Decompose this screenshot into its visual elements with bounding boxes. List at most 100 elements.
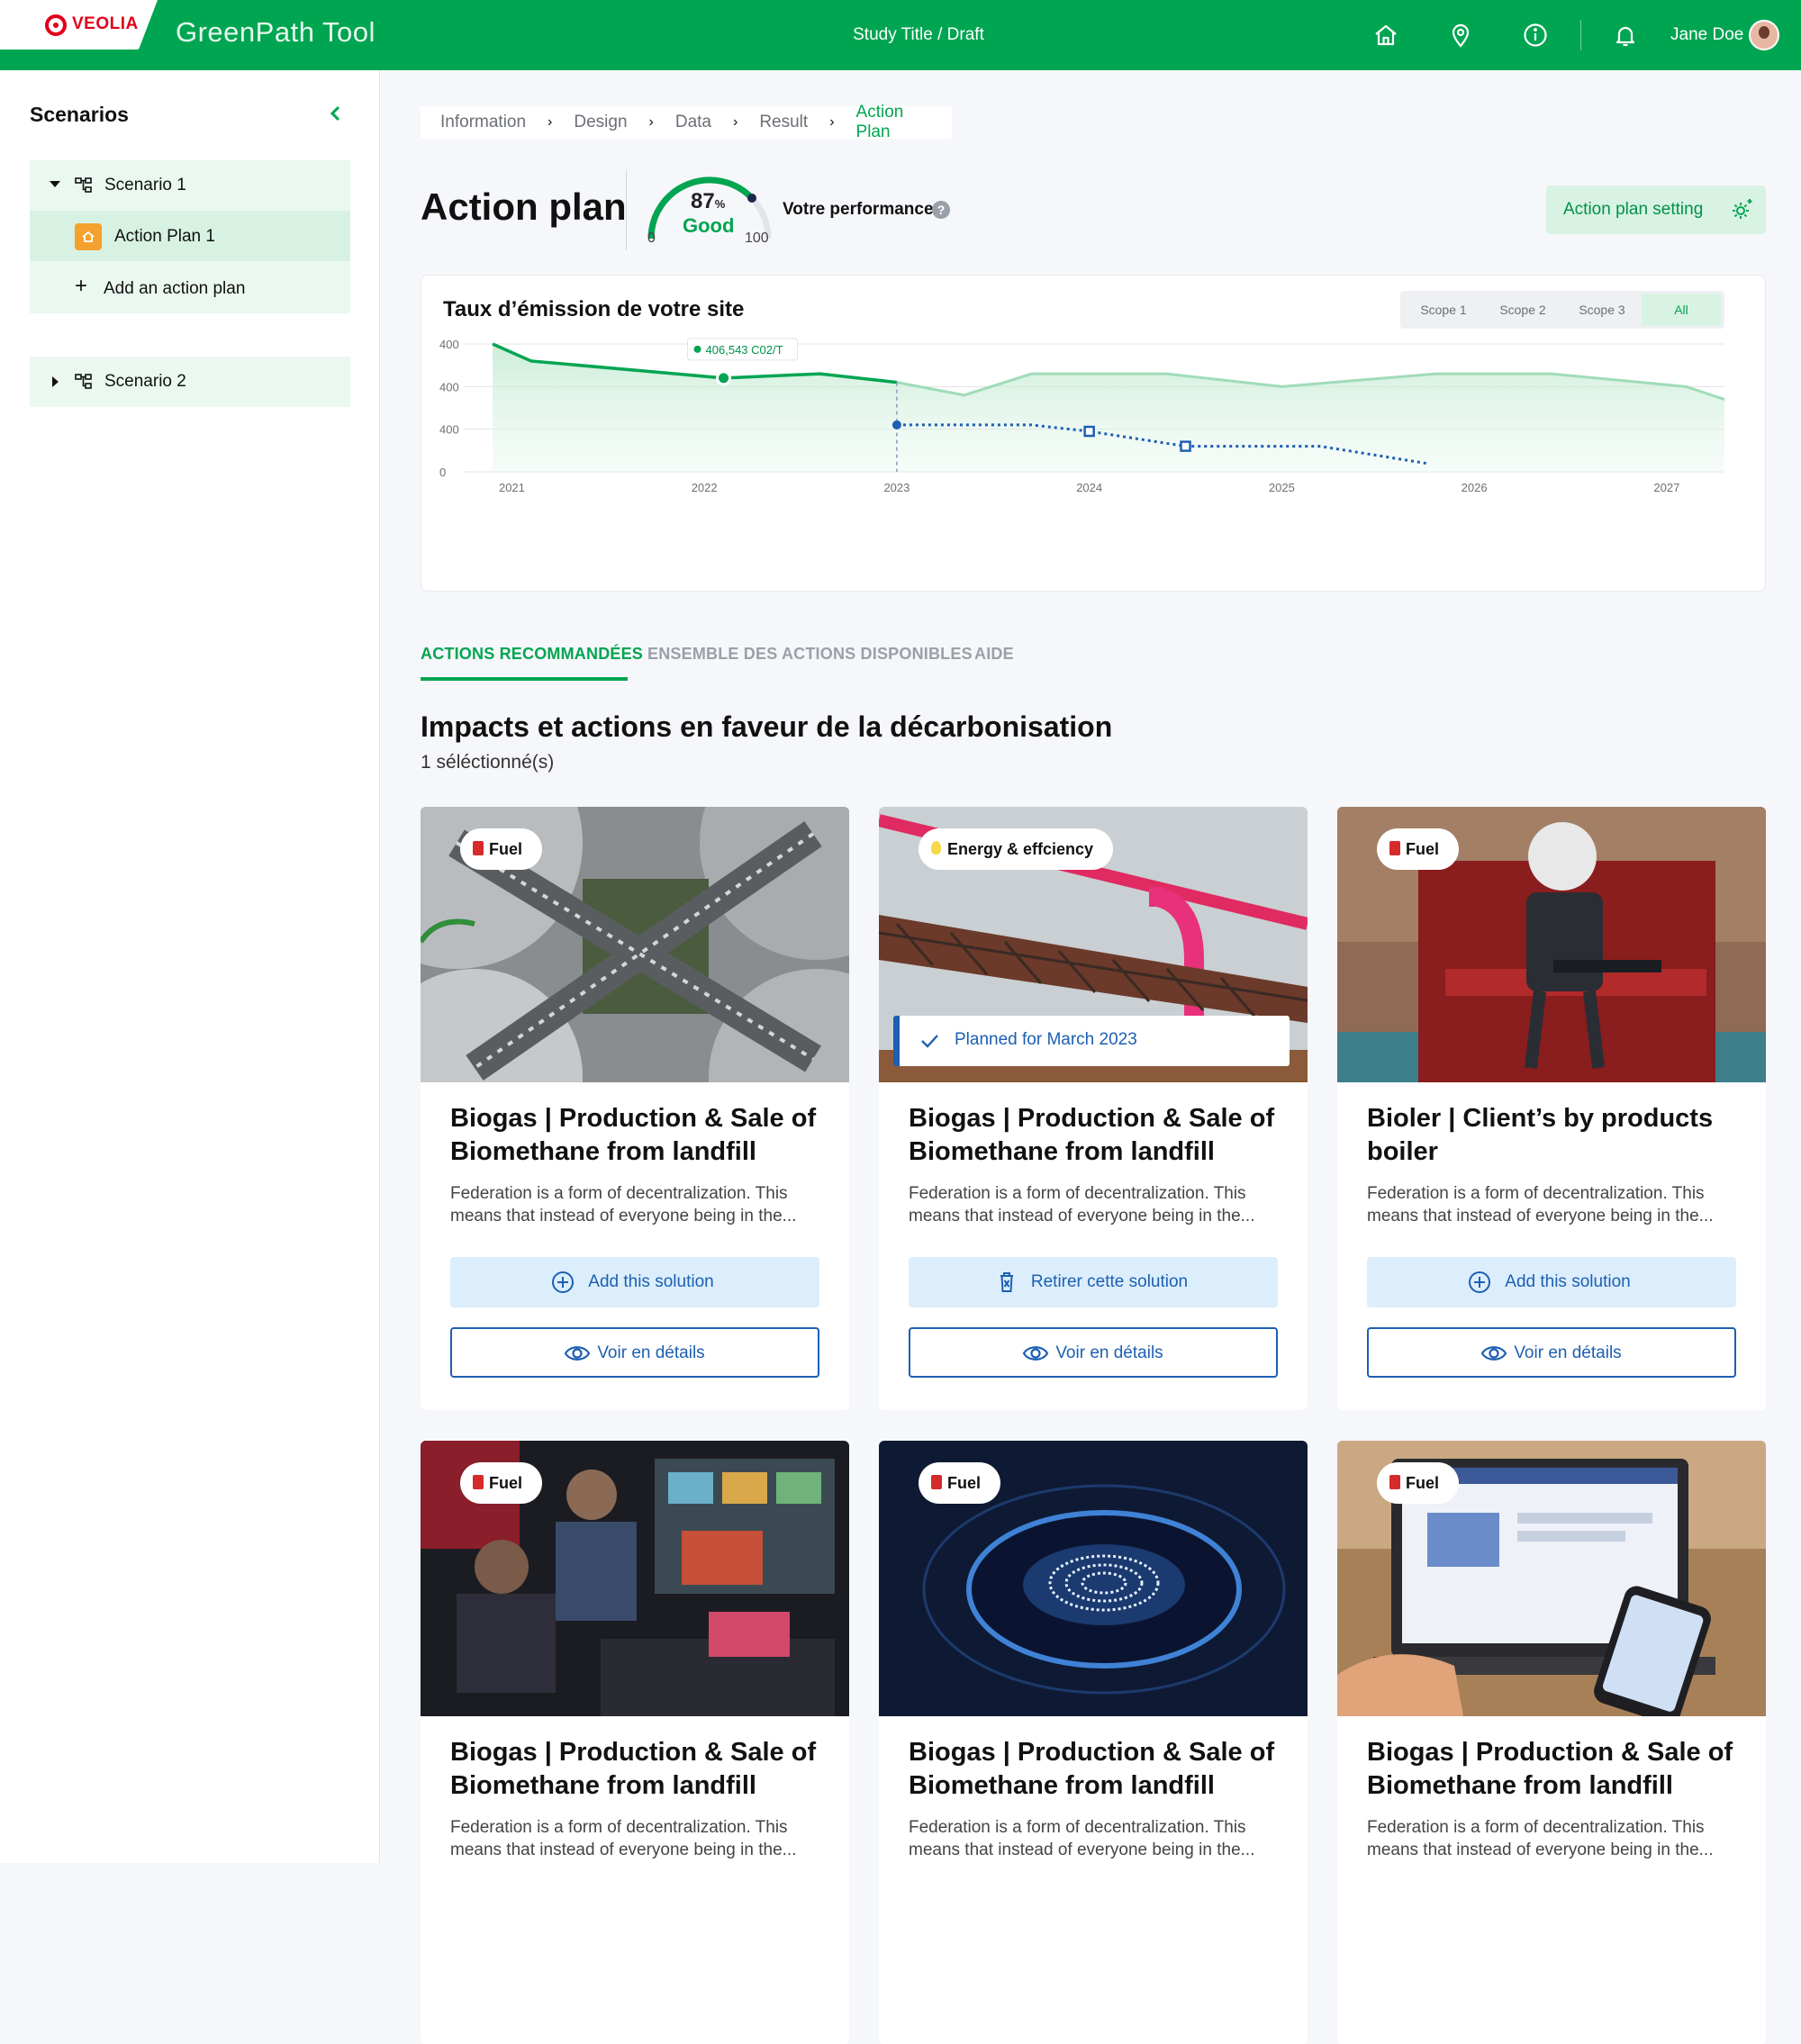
fuel-icon: [1389, 1475, 1400, 1489]
card-title: Biogas | Production & Sale of Biomethane…: [909, 1104, 1275, 1166]
active-tab-underline: [421, 677, 628, 681]
location-pin-icon[interactable]: [1447, 22, 1474, 49]
tab-recommended-actions[interactable]: ACTIONS RECOMMANDÉES: [421, 645, 643, 664]
top-divider: [1580, 20, 1581, 50]
settings-gear-icon: [1733, 199, 1752, 219]
view-details-button[interactable]: Voir en détails: [1367, 1327, 1736, 1378]
veolia-logo[interactable]: VEOLIA: [0, 0, 158, 50]
x-tick-label: 2024: [1076, 481, 1102, 494]
add-solution-button[interactable]: Add this solution: [450, 1257, 819, 1307]
y-tick-label: 400: [439, 338, 459, 351]
view-details-button[interactable]: Voir en détails: [450, 1327, 819, 1378]
user-name[interactable]: Jane Doe: [1670, 25, 1743, 45]
notification-bell-icon[interactable]: [1612, 22, 1639, 49]
plan-milestone-point: [1083, 425, 1095, 438]
study-title: Study Title / Draft: [853, 25, 984, 44]
section-title: Impacts et actions en faveur de la décar…: [421, 710, 1113, 743]
y-tick-label: 400: [439, 380, 459, 393]
emission-area: [493, 344, 1724, 472]
tab-all-actions[interactable]: ENSEMBLE DES ACTIONS DISPONIBLES: [647, 645, 973, 664]
action-card: Fuel Bioler | Client’s by products boile…: [1337, 807, 1766, 1410]
add-solution-button[interactable]: Add this solution: [1367, 1257, 1736, 1307]
hierarchy-icon: [75, 177, 93, 194]
fuel-icon: [1389, 841, 1400, 855]
card-image: Fuel: [1337, 1441, 1766, 1716]
caret-right-icon[interactable]: [52, 376, 59, 387]
card-description: Federation is a form of decentralization…: [909, 1184, 1255, 1225]
card-image: Fuel: [421, 807, 849, 1082]
breadcrumb-design[interactable]: Design: [574, 113, 627, 132]
collapse-sidebar-icon[interactable]: [326, 103, 346, 124]
category-badge: Fuel: [460, 828, 543, 870]
action-plan-label: Action Plan 1: [114, 227, 215, 246]
planned-banner: Planned for March 2023: [893, 1016, 1290, 1066]
avatar[interactable]: [1749, 20, 1779, 50]
info-icon[interactable]: [1522, 22, 1549, 49]
page-title: Action plan: [421, 185, 627, 228]
card-image: Fuel: [421, 1441, 849, 1716]
tooltip-label: 406,543 C02/T: [706, 343, 783, 357]
veolia-logo-mark: [45, 14, 67, 36]
sidebar-item-action-plan-1[interactable]: Action Plan 1: [30, 211, 350, 261]
y-tick-label: 400: [439, 423, 459, 437]
chevron-right-icon: ›: [829, 114, 835, 130]
card-title: Biogas | Production & Sale of Biomethane…: [1367, 1738, 1733, 1800]
x-tick-label: 2025: [1269, 481, 1295, 494]
tooltip-dot: [693, 345, 701, 353]
breadcrumb-data[interactable]: Data: [675, 113, 711, 132]
breadcrumb-result[interactable]: Result: [759, 113, 808, 132]
card-title: Biogas | Production & Sale of Biomethane…: [450, 1104, 817, 1166]
emission-line-chart: 0 400 400 400 2021 2022 2023 2024 2025 2026 2027 4…: [439, 338, 1725, 494]
app-title: GreenPath Tool: [176, 16, 376, 48]
category-badge: Fuel: [1377, 828, 1460, 870]
plan-start-point: [891, 420, 901, 430]
title-divider: [626, 169, 627, 250]
chevron-right-icon: ›: [733, 114, 738, 130]
action-card: Fuel Biogas | Production & Sale of Biome…: [879, 1441, 1308, 2044]
chevron-right-icon: ›: [548, 114, 553, 130]
card-image: Energy & effciency Planned for March 202…: [879, 807, 1308, 1082]
bulb-icon: [931, 841, 941, 855]
gauge-status: Good: [683, 214, 735, 237]
gauge-max: 100: [745, 231, 769, 246]
home-icon[interactable]: [1372, 22, 1399, 49]
x-tick-label: 2027: [1653, 481, 1679, 494]
hierarchy-icon: [75, 374, 93, 390]
fuel-icon: [473, 841, 484, 855]
add-action-plan-label: Add an action plan: [104, 279, 246, 298]
chevron-right-icon: ›: [648, 114, 654, 130]
card-description: Federation is a form of decentralization…: [909, 1818, 1255, 1859]
card-description: Federation is a form of decentralization…: [450, 1184, 797, 1225]
sidebar-title: Scenarios: [30, 103, 129, 126]
chart-title: Taux d’émission de votre site: [443, 297, 745, 321]
emission-chart-card: Taux d’émission de votre site Scope 1 Sc…: [421, 275, 1766, 592]
remove-solution-button[interactable]: Retirer cette solution: [909, 1257, 1278, 1307]
view-details-button[interactable]: Voir en détails: [909, 1327, 1278, 1378]
help-icon[interactable]: ?: [932, 201, 950, 219]
sidebar-item-scenario-1[interactable]: Scenario 1: [30, 160, 350, 211]
category-badge: Fuel: [919, 1462, 1001, 1504]
breadcrumb-action-plan[interactable]: Action Plan: [856, 103, 930, 142]
card-title: Biogas | Production & Sale of Biomethane…: [450, 1738, 817, 1800]
fuel-icon: [931, 1475, 942, 1489]
x-tick-label: 2021: [499, 481, 525, 494]
caret-down-icon[interactable]: [50, 181, 60, 187]
add-action-plan-button[interactable]: + Add an action plan: [30, 261, 350, 313]
card-description: Federation is a form of decentralization…: [450, 1818, 797, 1859]
category-badge: Fuel: [460, 1462, 543, 1504]
action-card: Energy & effciency Planned for March 202…: [879, 807, 1308, 1410]
checkmark-icon: [921, 1035, 938, 1048]
breadcrumb-information[interactable]: Information: [440, 113, 526, 132]
breadcrumb: Information › Design › Data › Result › Actio…: [421, 103, 952, 142]
tab-help[interactable]: AIDE: [974, 645, 1014, 664]
action-plan-setting-button[interactable]: Action plan setting: [1546, 185, 1766, 234]
plus-icon: +: [75, 274, 88, 298]
card-image: Fuel: [879, 1441, 1308, 1716]
x-tick-label: 2026: [1462, 481, 1488, 494]
action-plan-icon: [75, 223, 102, 250]
action-card: Fuel Biogas | Production & Sale of Biome…: [421, 807, 849, 1410]
x-tick-label: 2022: [692, 481, 718, 494]
sidebar-item-scenario-2[interactable]: Scenario 2: [30, 357, 350, 407]
card-description: Federation is a form of decentralization…: [1367, 1184, 1714, 1225]
plan-milestone-point: [1180, 440, 1191, 452]
